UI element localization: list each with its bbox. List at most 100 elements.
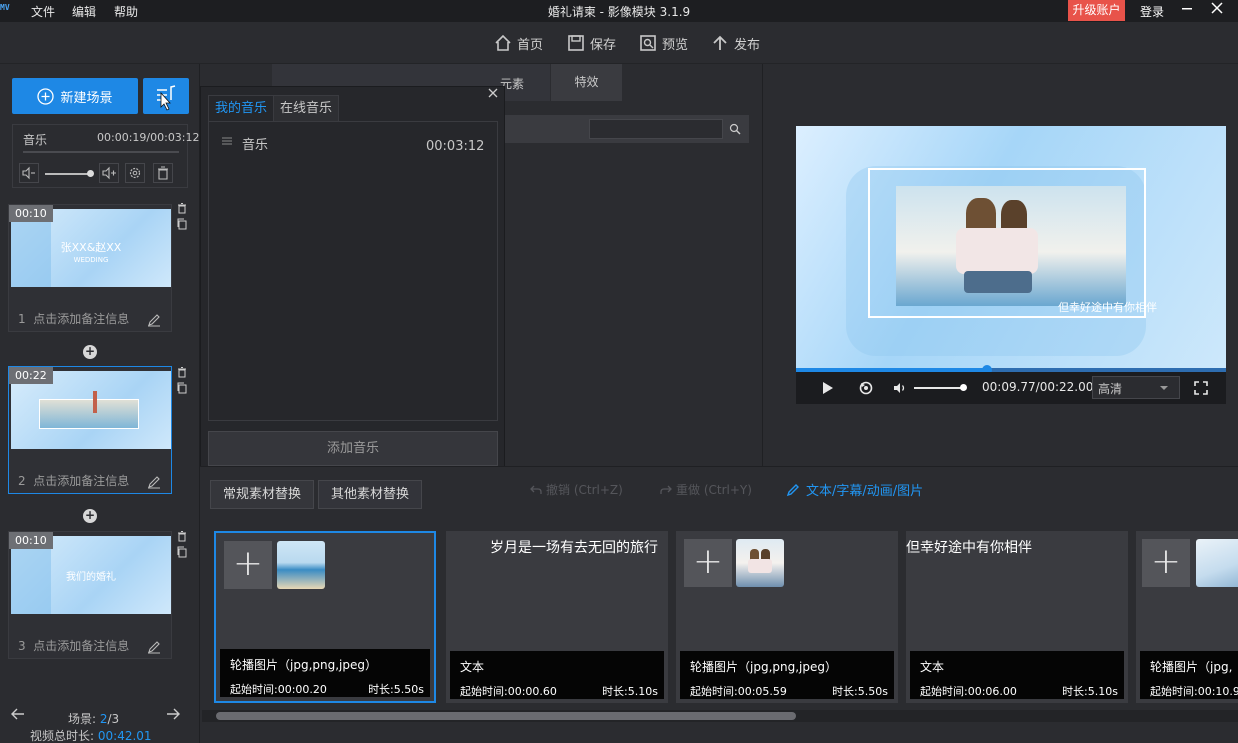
scene-3-delete-icon[interactable]	[176, 530, 188, 542]
close-icon	[1211, 2, 1223, 14]
material-card-1[interactable]: + 轮播图片（jpg,png,jpeg） 起始时间:00:00.20 时长:5.…	[214, 531, 436, 703]
edit-icon[interactable]	[147, 313, 161, 327]
material-card-2[interactable]: 岁月是一场有去无回的旅行 文本 起始时间:00:00.60 时长:5.10s	[446, 531, 668, 703]
material-search-input[interactable]	[589, 119, 723, 139]
scene-3-note[interactable]: 3 点击添加备注信息	[18, 637, 129, 654]
volume-icon[interactable]	[892, 380, 908, 396]
close-popup-icon[interactable]	[487, 87, 499, 99]
edit-icon[interactable]	[147, 475, 161, 489]
scene-card-3[interactable]: 我们的婚礼 00:10 3 点击添加备注信息	[8, 531, 172, 659]
music-list-item[interactable]: 音乐 00:03:12	[209, 130, 497, 154]
text-subtitle-animation-link[interactable]: 文本/字幕/动画/图片	[786, 480, 923, 499]
scene-1-delete-icon[interactable]	[176, 202, 188, 214]
image-thumbnail[interactable]	[736, 539, 784, 587]
menu-file[interactable]: 文件	[31, 3, 55, 20]
add-image-button[interactable]: +	[684, 539, 732, 587]
material-card-4[interactable]: 但幸好途中有你相伴 文本 起始时间:00:06.00 时长:5.10s	[906, 531, 1128, 703]
video-preview[interactable]: 但幸好途中有你相伴	[796, 126, 1226, 368]
menu-edit[interactable]: 编辑	[72, 3, 96, 20]
minimize-button[interactable]	[1175, 0, 1199, 21]
scene-counter-current: 2	[99, 712, 108, 726]
play-icon[interactable]	[820, 381, 834, 395]
add-music-button[interactable]: 添加音乐	[208, 431, 498, 466]
scene-1-duration: 00:10	[9, 205, 53, 222]
drag-handle-icon[interactable]	[222, 137, 232, 145]
add-scene-between-1-2[interactable]: +	[83, 345, 97, 359]
music-settings-button[interactable]	[143, 78, 189, 114]
volume-down-icon	[22, 166, 35, 180]
tab-regular-replace[interactable]: 常规素材替换	[210, 480, 315, 509]
scene-2-note[interactable]: 2 点击添加备注信息	[18, 472, 129, 489]
volume-down-button[interactable]	[19, 163, 39, 183]
music-time: 00:00:19/00:03:12	[97, 131, 200, 144]
edit-icon[interactable]	[147, 640, 161, 654]
volume-up-button[interactable]	[99, 163, 119, 183]
music-progress-track[interactable]	[23, 151, 179, 153]
music-settings-gear-button[interactable]	[125, 163, 145, 183]
scene-counter-total: /3	[107, 712, 120, 726]
tab-online-music[interactable]: 在线音乐	[273, 95, 340, 121]
prev-scene-arrow-icon[interactable]	[11, 708, 25, 720]
close-window-button[interactable]	[1205, 0, 1229, 21]
quality-select[interactable]: 高清	[1092, 376, 1180, 399]
preview-volume-slider[interactable]	[914, 387, 964, 389]
volume-slider[interactable]	[45, 173, 91, 175]
redo-button[interactable]: 重做 (Ctrl+Y)	[660, 481, 752, 498]
scene-3-duration: 00:10	[9, 532, 53, 549]
scrollbar-thumb[interactable]	[216, 712, 796, 720]
add-scene-between-2-3[interactable]: +	[83, 509, 97, 523]
tab-other-replace[interactable]: 其他素材替换	[318, 480, 423, 509]
scene-2-delete-icon[interactable]	[176, 366, 188, 378]
card-1-start: 起始时间:00:00.20	[230, 683, 327, 696]
menu-help[interactable]: 帮助	[114, 3, 138, 20]
image-thumbnail[interactable]	[277, 541, 325, 589]
trash-icon	[158, 166, 168, 180]
scene-2-copy-icon[interactable]	[176, 382, 188, 394]
search-icon[interactable]	[729, 123, 741, 135]
tab-effects[interactable]: 特效	[550, 64, 622, 101]
scene-counter-label: 场景:	[68, 712, 97, 726]
pencil-icon	[786, 483, 799, 496]
undo-label: 撤销 (Ctrl+Z)	[546, 483, 623, 497]
new-scene-label: 新建场景	[60, 90, 113, 106]
replay-icon[interactable]	[858, 380, 874, 396]
scene-1-copy-icon[interactable]	[176, 218, 188, 230]
card-1-type: 轮播图片（jpg,png,jpeg）	[230, 658, 377, 672]
scene-1-note-text: 点击添加备注信息	[33, 312, 130, 326]
preview-volume-handle[interactable]	[960, 384, 967, 391]
delete-music-button[interactable]	[153, 163, 173, 183]
tab-my-music[interactable]: 我的音乐	[208, 95, 275, 121]
volume-up-icon	[102, 166, 116, 180]
total-duration: 视频总时长: 00:42.01	[30, 727, 152, 743]
volume-slider-handle[interactable]	[87, 170, 94, 177]
add-image-button[interactable]: +	[224, 541, 272, 589]
card-2-text[interactable]: 岁月是一场有去无回的旅行	[490, 537, 658, 557]
music-label: 音乐	[23, 133, 48, 147]
window-title: 婚礼请柬 - 影像模块 3.1.9	[547, 5, 691, 19]
scene-1-note[interactable]: 1 点击添加备注信息	[18, 310, 129, 327]
scene-3-copy-icon[interactable]	[176, 546, 188, 558]
login-button[interactable]: 登录	[1140, 3, 1164, 20]
cards-horizontal-scrollbar[interactable]	[202, 710, 1238, 722]
next-scene-arrow-icon[interactable]	[166, 708, 180, 720]
undo-button[interactable]: 撤销 (Ctrl+Z)	[530, 481, 623, 498]
fullscreen-icon[interactable]	[1194, 381, 1208, 395]
card-4-text[interactable]: 但幸好途中有你相伴	[906, 537, 1032, 557]
card-5-type: 轮播图片（jpg,	[1150, 660, 1233, 674]
publish-button[interactable]: 发布	[711, 32, 760, 54]
home-button[interactable]: 首页	[494, 32, 543, 54]
add-image-button[interactable]: +	[1142, 539, 1190, 587]
save-button[interactable]: 保存	[567, 32, 616, 54]
scene-card-1[interactable]: 张XX&赵XX WEDDING 00:10 1 点击添加备注信息	[8, 204, 172, 332]
scene-card-2[interactable]: 00:22 2 点击添加备注信息	[8, 366, 172, 494]
upgrade-account-button[interactable]: 升级账户	[1068, 0, 1125, 21]
new-scene-button[interactable]: 新建场景	[12, 78, 138, 114]
image-thumbnail[interactable]	[1196, 539, 1238, 587]
material-card-3[interactable]: + 轮播图片（jpg,png,jpeg） 起始时间:00:05.59 时长:5.…	[676, 531, 898, 703]
plus-circle-icon	[37, 87, 55, 105]
app-logo: MV	[0, 3, 10, 12]
scene-3-note-text: 点击添加备注信息	[33, 639, 130, 653]
quality-value: 高清	[1098, 382, 1123, 396]
preview-button[interactable]: 预览	[639, 32, 688, 54]
material-card-5[interactable]: + 轮播图片（jpg, 起始时间:00:10.9	[1136, 531, 1238, 703]
